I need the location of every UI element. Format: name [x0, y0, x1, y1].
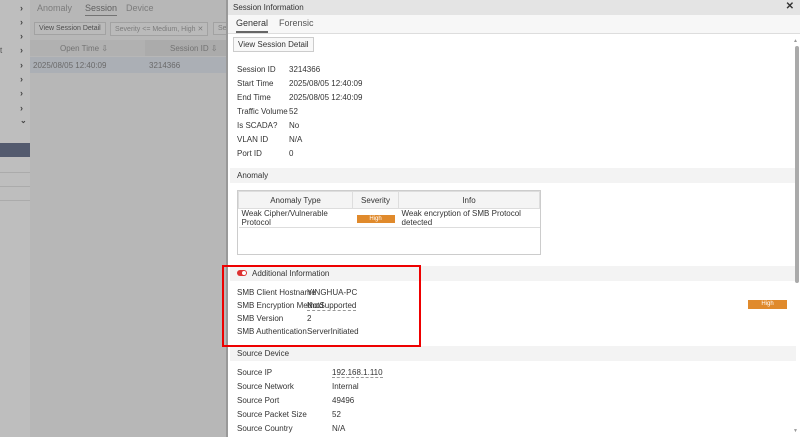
field-label: Source Packet Size [237, 410, 307, 419]
tab-general[interactable]: General [236, 18, 269, 33]
scroll-down-icon[interactable]: ▼ [793, 428, 798, 434]
field-value: 2025/08/05 12:40:09 [289, 93, 363, 102]
field-label: Source IP [237, 368, 273, 377]
scroll-up-icon[interactable]: ▲ [793, 38, 798, 44]
highlight-box [222, 265, 421, 347]
field-value: 192.168.1.110 [332, 368, 383, 378]
field-value: N/A [332, 424, 346, 433]
table-row[interactable]: Weak Cipher/Vulnerable Protocol High Wea… [238, 208, 540, 228]
tab-forensic[interactable]: Forensic [279, 18, 314, 28]
field-value: 49496 [332, 396, 355, 405]
panel-titlebar: Session Information ✕ [228, 0, 800, 15]
field-label: Traffic Volume [237, 107, 288, 116]
column-anomaly-type: Anomaly Type [238, 191, 353, 209]
severity-badge: High [748, 300, 787, 309]
modal-overlay[interactable] [0, 0, 226, 437]
scrollbar[interactable] [795, 46, 799, 283]
field-value: No [289, 121, 300, 130]
field-value: N/A [289, 135, 303, 144]
field-label: Start Time [237, 79, 274, 88]
anomaly-section-header: Anomaly [230, 168, 796, 183]
field-label: VLAN ID [237, 135, 269, 144]
field-label: End Time [237, 93, 271, 102]
field-value: 2025/08/05 12:40:09 [289, 79, 363, 88]
field-label: Source Port [237, 396, 280, 405]
field-label: Port ID [237, 149, 262, 158]
anomaly-type: Weak Cipher/Vulnerable Protocol [238, 208, 353, 228]
field-value: 0 [289, 149, 294, 158]
field-label: Source Network [237, 382, 294, 391]
column-severity: Severity [352, 191, 399, 209]
column-info: Info [398, 191, 540, 209]
field-value: 52 [289, 107, 298, 116]
source-device-header: Source Device [230, 346, 796, 361]
field-value: Internal [332, 382, 359, 391]
field-label: Is SCADA? [237, 121, 278, 130]
anomaly-info: Weak encryption of SMB Protocol detected [398, 208, 540, 228]
anomaly-table: Anomaly Type Severity Info Weak Cipher/V… [237, 190, 541, 255]
panel-tabs: General Forensic [228, 15, 800, 34]
panel-title: Session Information [233, 3, 304, 12]
session-information-panel: Session Information ✕ General Forensic V… [226, 0, 800, 437]
close-icon[interactable]: ✕ [786, 1, 794, 12]
severity-badge: High [356, 215, 395, 223]
field-value: 52 [332, 410, 341, 419]
field-value: 3214366 [289, 65, 321, 74]
view-session-detail-button[interactable]: View Session Detail [233, 37, 314, 52]
field-label: Source Country [237, 424, 293, 433]
field-label: Session ID [237, 65, 276, 74]
